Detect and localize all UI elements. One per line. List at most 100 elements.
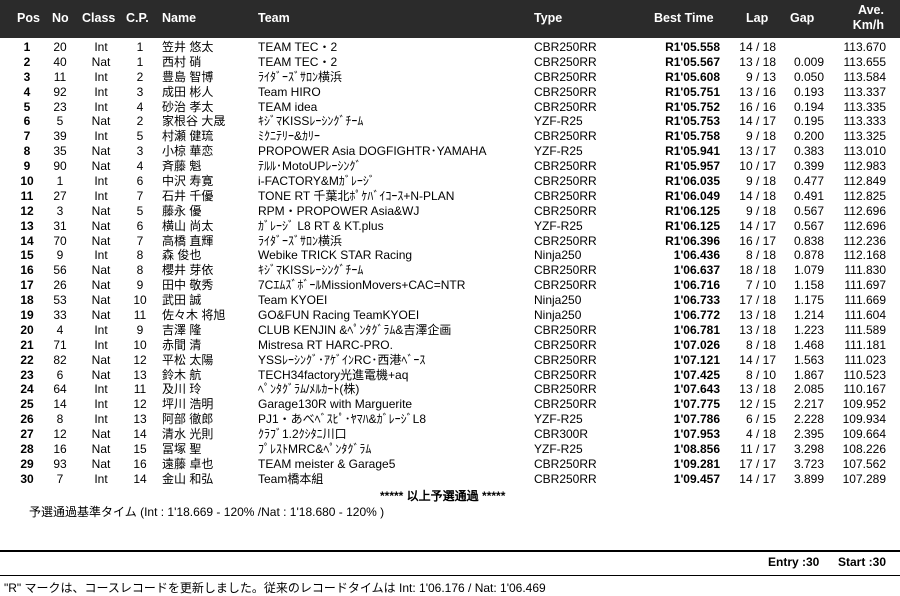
gap-cell: 0.491 bbox=[793, 188, 824, 203]
average-speed-cell: 113.010 bbox=[843, 144, 887, 159]
team-cell: ﾃﾙﾙ･MotoUPﾚｰｼﾝｸﾞ bbox=[258, 159, 362, 174]
average-speed-cell: 112.849 bbox=[843, 174, 887, 189]
header-type: Type bbox=[534, 11, 563, 25]
lap-cell: 14 / 17 bbox=[739, 114, 776, 129]
machine-type-cell: CBR250RR bbox=[534, 278, 597, 293]
average-speed-cell: 112.168 bbox=[843, 248, 887, 263]
table-header: Pos No Class C.P. Name Team Type Best Ti… bbox=[0, 0, 900, 38]
lap-cell: 18 / 18 bbox=[739, 263, 776, 278]
table-row: 9 90 Nat 4 斉藤 魁 ﾃﾙﾙ･MotoUPﾚｰｼﾝｸﾞ CBR250RR R1'05… bbox=[0, 159, 900, 174]
rider-name-cell: 村瀬 健琉 bbox=[162, 129, 214, 144]
lap-cell: 8 / 18 bbox=[745, 337, 776, 352]
class-cell: Nat bbox=[91, 456, 111, 471]
rider-name-cell: 斉藤 魁 bbox=[162, 159, 202, 174]
class-position-cell: 11 bbox=[133, 308, 147, 323]
table-row: 2 40 Nat 1 西村 硝 TEAM TEC・2 CBR250RR R1'05.567 13… bbox=[0, 55, 900, 70]
table-row: 23 6 Nat 13 鈴木 航 TECH34factory光進電機+aq CBR250RR… bbox=[0, 368, 900, 383]
team-cell: Team KYOEI bbox=[258, 293, 328, 308]
average-speed-cell: 113.584 bbox=[843, 69, 887, 84]
class-position-cell: 7 bbox=[136, 233, 144, 248]
rider-name-cell: 赤間 清 bbox=[162, 337, 202, 352]
table-row: 19 33 Nat 11 佐々木 将旭 GO&FUN Racing TeamKYOEI Ni… bbox=[0, 308, 900, 323]
average-speed-cell: 112.236 bbox=[843, 233, 887, 248]
header-no: No bbox=[52, 11, 69, 25]
rider-name-cell: 佐々木 将旭 bbox=[162, 308, 226, 323]
best-time-cell: R1'06.125 bbox=[665, 203, 720, 218]
pos-cell: 18 bbox=[20, 293, 34, 308]
pos-cell: 9 bbox=[23, 159, 31, 174]
class-position-cell: 12 bbox=[133, 397, 147, 412]
rider-name-cell: 武田 誠 bbox=[162, 293, 202, 308]
lap-cell: 14 / 17 bbox=[739, 352, 776, 367]
number-cell: 23 bbox=[53, 99, 67, 114]
machine-type-cell: CBR250RR bbox=[534, 456, 597, 471]
rider-name-cell: 成田 彬人 bbox=[162, 84, 214, 99]
class-cell: Nat bbox=[91, 218, 111, 233]
rider-name-cell: 金山 和弘 bbox=[162, 471, 214, 486]
team-cell: ｸﾗﾌﾞ1.2ｸｼﾀﾆ川口 bbox=[258, 427, 347, 442]
class-cell: Nat bbox=[91, 203, 111, 218]
class-position-cell: 4 bbox=[136, 159, 144, 174]
class-cell: Int bbox=[94, 84, 108, 99]
number-cell: 6 bbox=[56, 367, 64, 382]
rider-name-cell: 石井 千優 bbox=[162, 188, 214, 203]
table-row: 29 93 Nat 16 遠藤 卓也 TEAM meister & Garage5 CBR2… bbox=[0, 457, 900, 472]
record-note: "R" マークは、コースレコードを更新しました。従来のレコードタイムは Int:… bbox=[4, 581, 546, 595]
pos-cell: 19 bbox=[20, 308, 34, 323]
machine-type-cell: Ninja250 bbox=[534, 308, 582, 323]
start-count: Start :30 bbox=[838, 555, 887, 569]
machine-type-cell: YZF-R25 bbox=[534, 114, 583, 129]
best-time-cell: 1'07.775 bbox=[673, 397, 720, 412]
header-pos: Pos bbox=[17, 11, 40, 25]
machine-type-cell: CBR250RR bbox=[534, 352, 597, 367]
pos-cell: 11 bbox=[20, 188, 34, 203]
team-cell: ﾌﾟﾚｽﾄMRC&ﾍﾟﾝﾀｸﾞﾗﾑ bbox=[258, 442, 372, 457]
number-cell: 90 bbox=[53, 159, 67, 174]
table-row: 28 16 Nat 15 冨塚 聖 ﾌﾟﾚｽﾄMRC&ﾍﾟﾝﾀｸﾞﾗﾑ YZF-R25 1'0… bbox=[0, 442, 900, 457]
class-cell: Nat bbox=[91, 293, 111, 308]
number-cell: 56 bbox=[53, 263, 67, 278]
pos-cell: 23 bbox=[20, 367, 34, 382]
machine-type-cell: YZF-R25 bbox=[534, 144, 583, 159]
rider-name-cell: 中沢 寿寛 bbox=[162, 174, 214, 189]
lap-cell: 16 / 17 bbox=[739, 233, 776, 248]
number-cell: 8 bbox=[56, 412, 64, 427]
gap-cell: 1.468 bbox=[793, 337, 824, 352]
best-time-cell: 1'07.026 bbox=[673, 337, 720, 352]
team-cell: ﾗｲﾀﾞｰｽﾞｻﾛﾝ横浜 bbox=[258, 69, 343, 84]
lap-cell: 9 / 13 bbox=[745, 69, 776, 84]
pos-cell: 22 bbox=[20, 352, 34, 367]
best-time-cell: 1'06.436 bbox=[673, 248, 720, 263]
class-cell: Int bbox=[94, 471, 108, 486]
number-cell: 40 bbox=[53, 54, 67, 69]
rider-name-cell: 櫻井 芽依 bbox=[162, 263, 214, 278]
machine-type-cell: CBR250RR bbox=[534, 367, 597, 382]
table-row: 18 53 Nat 10 武田 誠 Team KYOEI Ninja250 1'06.733 1… bbox=[0, 293, 900, 308]
class-cell: Nat bbox=[91, 278, 111, 293]
best-time-cell: R1'05.558 bbox=[665, 40, 720, 54]
class-position-cell: 5 bbox=[136, 203, 144, 218]
gap-cell: 3.723 bbox=[793, 456, 824, 471]
gap-cell: 0.050 bbox=[793, 69, 824, 84]
rider-name-cell: 小椋 華恋 bbox=[162, 144, 214, 159]
number-cell: 31 bbox=[53, 218, 67, 233]
gap-cell: 2.085 bbox=[793, 382, 824, 397]
class-cell: Nat bbox=[91, 442, 111, 457]
rider-name-cell: 砂治 孝太 bbox=[162, 99, 214, 114]
table-row: 21 71 Int 10 赤間 清 Mistresa RT HARC-PRO. CBR250… bbox=[0, 338, 900, 353]
class-cell: Int bbox=[94, 382, 108, 397]
header-gap: Gap bbox=[790, 11, 815, 25]
table-row: 22 82 Nat 12 平松 太陽 YSSﾚｰｼﾝｸﾞ･ｱｹﾞｲﾝRC･西港ﾍﾞｰｽ CB… bbox=[0, 353, 900, 368]
number-cell: 33 bbox=[53, 308, 67, 323]
average-speed-cell: 111.023 bbox=[844, 352, 886, 367]
best-time-cell: R1'05.941 bbox=[665, 144, 720, 159]
lap-cell: 14 / 18 bbox=[739, 40, 776, 54]
rider-name-cell: 坪川 浩明 bbox=[162, 397, 214, 412]
average-speed-cell: 111.589 bbox=[844, 322, 886, 337]
pos-cell: 8 bbox=[23, 144, 31, 159]
average-speed-cell: 107.289 bbox=[842, 471, 886, 486]
pos-cell: 24 bbox=[20, 382, 34, 397]
machine-type-cell: CBR250RR bbox=[534, 263, 597, 278]
table-row: 14 70 Nat 7 高橋 直輝 ﾗｲﾀﾞｰｽﾞｻﾛﾝ横浜 CBR250RR R1'06.3… bbox=[0, 234, 900, 249]
class-position-cell: 5 bbox=[136, 129, 144, 144]
